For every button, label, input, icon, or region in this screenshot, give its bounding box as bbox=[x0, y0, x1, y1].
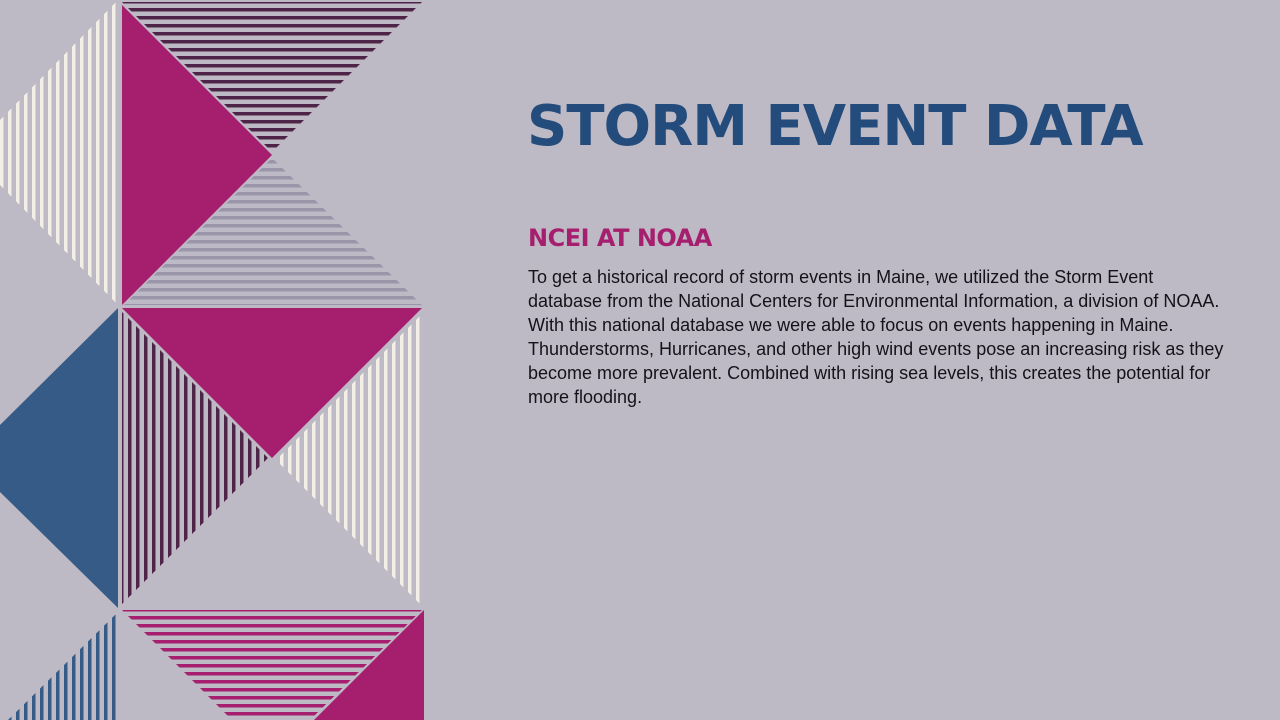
slide: STORM EVENT DATA NCEI AT NOAA To get a h… bbox=[0, 0, 1280, 720]
slide-title: STORM EVENT DATA bbox=[527, 94, 1144, 159]
navy-triangle-middle bbox=[0, 308, 118, 608]
cream-striped-triangle-top-left bbox=[0, 0, 118, 305]
slide-subtitle: NCEI AT NOAA bbox=[528, 224, 712, 252]
slide-body-text: To get a historical record of storm even… bbox=[528, 267, 1224, 407]
navy-striped-triangle-bottom bbox=[8, 612, 118, 720]
geometric-pattern-art bbox=[0, 0, 424, 720]
